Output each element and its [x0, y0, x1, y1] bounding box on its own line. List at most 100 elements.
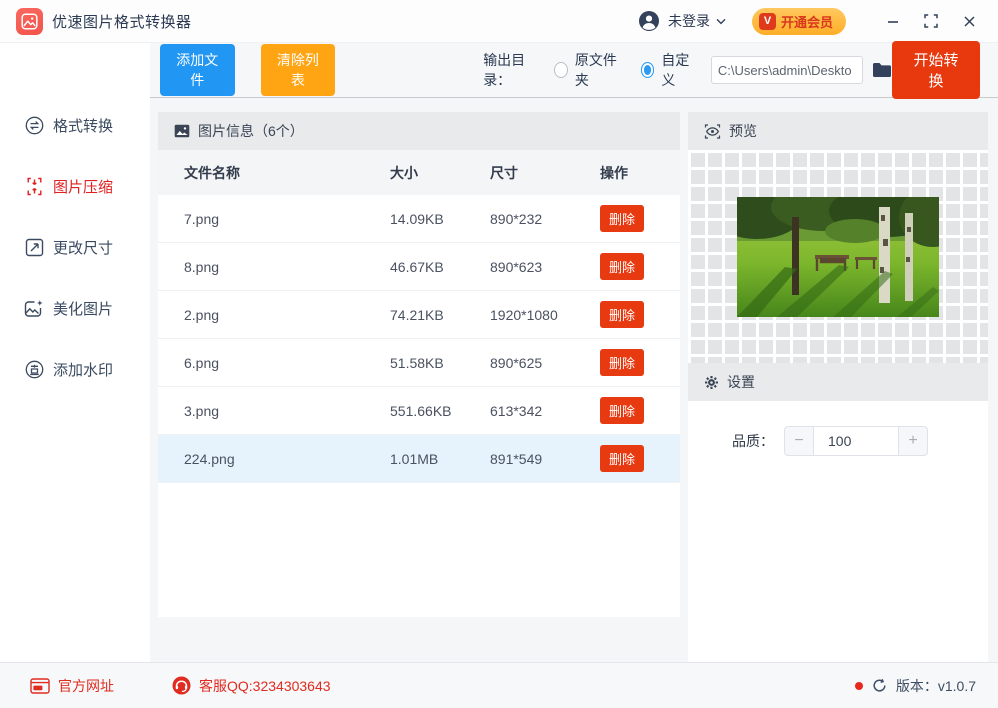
- radio-original-icon: [553, 62, 568, 78]
- login-button[interactable]: 未登录: [638, 10, 726, 32]
- support-qq-label: 客服QQ:3234303643: [199, 677, 331, 694]
- browse-folder-button[interactable]: [872, 62, 892, 78]
- sidebar-item-label: 更改尺寸: [53, 240, 114, 257]
- column-header: 文件名称: [184, 164, 240, 181]
- table-row[interactable]: 8.png 46.67KB 890*623 删除: [158, 243, 680, 291]
- preview-image: [737, 196, 939, 317]
- open-vip-button[interactable]: V 开通会员: [751, 7, 846, 35]
- quality-decrease-button[interactable]: −: [784, 426, 814, 456]
- delete-button[interactable]: 删除: [600, 253, 645, 280]
- file-name: 7.png: [184, 210, 220, 227]
- compress-icon: [24, 177, 44, 197]
- support-qq-link[interactable]: 客服QQ:3234303643: [172, 676, 331, 696]
- file-name: 6.png: [184, 354, 220, 371]
- preview-title: 预览: [729, 123, 757, 139]
- sidebar-item-watermark[interactable]: 添加水印: [0, 347, 150, 392]
- chevron-down-icon: [716, 18, 726, 24]
- table-row[interactable]: 6.png 51.58KB 890*625 删除: [158, 339, 680, 387]
- image-info-title: 图片信息（6个）: [198, 123, 304, 139]
- swap-arrows-icon: [24, 116, 44, 136]
- maximize-button[interactable]: [916, 6, 946, 36]
- resize-icon: [24, 238, 44, 258]
- settings-body: 品质： − +: [688, 401, 988, 662]
- clear-list-button[interactable]: 清除列表: [260, 44, 336, 96]
- main-area: 格式转换图片压缩更改尺寸美化图片添加水印 添加文件 清除列表 输出目录： 原文件…: [0, 41, 998, 662]
- titlebar: 优速图片格式转换器 未登录 V 开通会员: [0, 0, 998, 43]
- sidebar-item-label: 美化图片: [53, 301, 114, 318]
- app-title: 优速图片格式转换器: [52, 13, 192, 31]
- login-label: 未登录: [667, 13, 710, 29]
- image-list-card: 图片信息（6个） 文件名称 大小 尺寸 操作 7.png 14.09KB 890*232 删…: [158, 112, 680, 617]
- preview-header: 预览: [688, 112, 988, 150]
- file-name: 8.png: [184, 258, 220, 275]
- file-name: 2.png: [184, 306, 220, 323]
- file-size: 551.66KB: [390, 402, 452, 419]
- quality-increase-button[interactable]: +: [898, 426, 928, 456]
- right-panel: 预览 设置 品质： − 100 +: [688, 112, 988, 662]
- delete-button[interactable]: 删除: [600, 205, 645, 232]
- official-website-label: 官方网址: [58, 677, 114, 694]
- output-dir-label: 输出目录：: [483, 52, 526, 88]
- file-dimensions: 890*625: [490, 354, 543, 371]
- file-dimensions: 613*342: [490, 402, 543, 419]
- output-path-input[interactable]: [710, 56, 863, 84]
- quality-row: 品质： − +: [688, 426, 988, 456]
- file-dimensions: 890*232: [490, 210, 543, 227]
- version-label: 版本：v1.0.7: [895, 677, 976, 694]
- sidebar-item-beautify[interactable]: 美化图片: [0, 286, 150, 331]
- sidebar-item-resize[interactable]: 更改尺寸: [0, 225, 150, 270]
- start-convert-button[interactable]: 开始转换: [891, 41, 980, 99]
- file-dimensions: 1920*1080: [490, 306, 558, 323]
- footer-right: 版本：v1.0.7: [854, 676, 976, 696]
- content-column: 添加文件 清除列表 输出目录： 原文件夹 自定义 开始转换: [150, 41, 998, 662]
- radio-custom-icon: [640, 62, 655, 78]
- footer-bar: 官方网址 客服QQ:3234303643 版本：v1.0.7: [0, 662, 998, 708]
- customer-service-icon: [172, 676, 191, 695]
- radio-custom-label: 自定义: [661, 52, 690, 88]
- quality-stepper: − +: [784, 426, 928, 456]
- file-name: 224.png: [184, 450, 235, 467]
- table-body: 7.png 14.09KB 890*232 删除 8.png 46.67KB 890*623…: [158, 195, 680, 483]
- sidebar-item-label: 图片压缩: [53, 179, 114, 196]
- delete-button[interactable]: 删除: [600, 349, 645, 376]
- content-body: 图片信息（6个） 文件名称 大小 尺寸 操作 7.png 14.09KB 890*232 删…: [150, 98, 998, 662]
- table-row[interactable]: 3.png 551.66KB 613*342 删除: [158, 387, 680, 435]
- minimize-button[interactable]: [878, 6, 908, 36]
- app-logo-icon: [16, 7, 43, 35]
- radio-custom-folder[interactable]: 自定义: [640, 50, 697, 90]
- refresh-icon[interactable]: [872, 678, 887, 693]
- image-info-header: 图片信息（6个）: [158, 112, 680, 150]
- radio-original-folder[interactable]: 原文件夹: [553, 50, 623, 90]
- file-size: 74.21KB: [390, 306, 444, 323]
- user-avatar-icon: [638, 10, 660, 32]
- image-info-icon: [174, 124, 190, 138]
- sidebar-item-image-compress[interactable]: 图片压缩: [0, 164, 150, 209]
- add-files-button[interactable]: 添加文件: [160, 44, 235, 96]
- vip-label: 开通会员: [780, 14, 833, 30]
- file-size: 51.58KB: [390, 354, 444, 371]
- table-row[interactable]: 2.png 74.21KB 1920*1080 删除: [158, 291, 680, 339]
- file-size: 46.67KB: [390, 258, 444, 275]
- website-icon: [30, 677, 50, 694]
- status-dot: [854, 681, 863, 690]
- delete-button[interactable]: 删除: [600, 445, 645, 472]
- sidebar-menu: 格式转换图片压缩更改尺寸美化图片添加水印: [0, 43, 150, 662]
- file-size: 14.09KB: [390, 210, 444, 227]
- sidebar-item-format-convert[interactable]: 格式转换: [0, 103, 150, 148]
- table-header-row: 文件名称 大小 尺寸 操作: [158, 150, 680, 195]
- delete-button[interactable]: 删除: [600, 397, 645, 424]
- close-button[interactable]: [954, 6, 984, 36]
- preview-eye-icon: [704, 123, 721, 139]
- gear-icon: [705, 375, 718, 389]
- quality-input[interactable]: [814, 426, 898, 456]
- table-row[interactable]: 7.png 14.09KB 890*232 删除: [158, 195, 680, 243]
- settings-header: 设置: [688, 363, 988, 401]
- official-website-link[interactable]: 官方网址: [30, 676, 114, 696]
- file-dimensions: 890*623: [490, 258, 543, 275]
- table-row[interactable]: 224.png 1.01MB 891*549 删除: [158, 435, 680, 483]
- sidebar-item-label: 格式转换: [53, 118, 114, 135]
- file-size: 1.01MB: [390, 450, 439, 467]
- delete-button[interactable]: 删除: [600, 301, 645, 328]
- settings-title: 设置: [727, 374, 755, 390]
- app-window: 优速图片格式转换器 未登录 V 开通会员 格式转换 图片压缩 更改尺寸 美化图片…: [0, 0, 998, 708]
